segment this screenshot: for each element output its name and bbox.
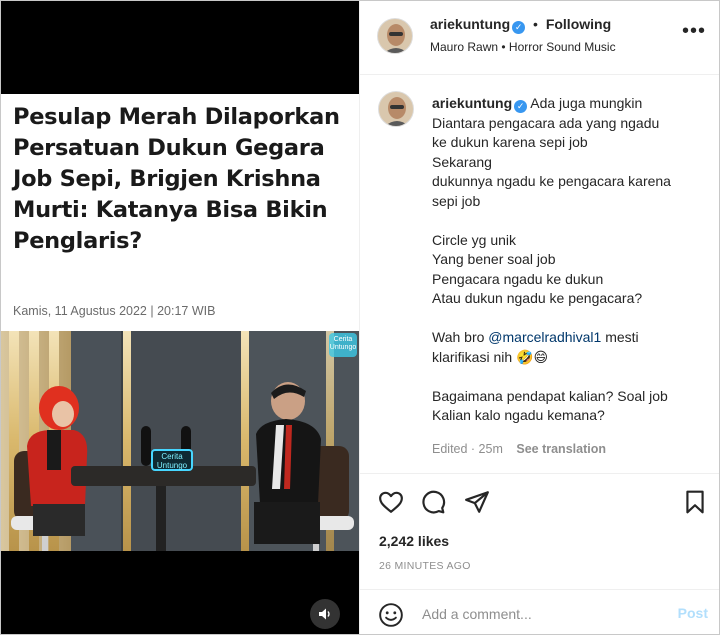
comment-icon[interactable] [420,489,446,515]
caption-text: Wah bro [432,329,489,345]
comment-input[interactable] [422,602,652,626]
comment-bar: Post [360,589,719,634]
caption-line: Circle yg unik [432,231,517,248]
caption-line: dukunnya ngadu ke pengacara karena [432,173,671,189]
caption-meta: Edited · 25m See translation [432,442,606,456]
desk-leg [156,486,166,551]
smiley-icon[interactable] [378,602,404,628]
post-header: ariekuntung ✓ • Following Mauro Rawn • Ho… [360,1,719,75]
caption-avatar[interactable] [378,91,414,127]
video-frame[interactable]: Cerita Untungo Cerita Untungo [1,331,359,551]
caption-username[interactable]: ariekuntung [432,95,512,111]
share-icon[interactable] [464,489,490,515]
see-translation-button[interactable]: See translation [516,442,606,456]
instagram-post-window: Pesulap Merah Dilaporkan Persatuan Dukun… [0,0,720,635]
speaker-icon [319,608,330,620]
username-link[interactable]: ariekuntung [430,16,510,32]
article-screenshot: Pesulap Merah Dilaporkan Persatuan Dukun… [1,94,359,331]
caption-text: mesti [601,329,639,345]
person-black-outfit [254,382,321,544]
caption-line: Kalian kalo ngadu kemana? [432,407,605,423]
separator-dot: • [533,16,538,32]
caption-gap [432,211,714,231]
edited-timestamp: Edited · 25m [432,442,503,456]
caption-line: Yang bener soal job [432,251,556,267]
caption-text: Ada juga mungkin [530,95,643,111]
post-timestamp: 26 MINUTES AGO [379,560,471,572]
article-date: Kamis, 11 Agustus 2022 | 20:17 WIB [13,304,216,318]
caption-line: Atau dukun ngadu ke pengacara? [432,290,643,306]
caption-line: ke dukun karena sepi job [432,134,588,150]
neon-sign: Cerita Untungo [151,449,193,471]
caption-gap [432,309,714,329]
caption-line: klarifikasi nih 🤣😄 [432,348,549,365]
caption-line: Pengacara ngadu ke dukun [432,270,604,287]
heart-icon[interactable] [378,489,404,515]
bookmark-icon[interactable] [682,489,708,515]
caption-line: Sekarang [432,153,492,170]
header-title-row: ariekuntung ✓ • Following [430,16,611,34]
verified-icon: ✓ [512,21,526,34]
audio-subline[interactable]: Mauro Rawn • Horror Sound Music [430,40,616,54]
avatar-image [378,19,412,53]
caption-line: sepi job [432,192,481,209]
caption-line: Wah bro @marcelradhival1 mesti [432,328,714,348]
caption-line: Diantara pengacara ada yang ngadu [432,114,660,131]
likes-count[interactable]: 2,242 likes [379,533,449,549]
mention-link[interactable]: @marcelradhival1 [488,329,601,345]
caption-line: Bagaimana pendapat kalian? Soal job [432,387,668,404]
action-bar [360,473,719,528]
avatar-image [379,92,413,126]
following-button[interactable]: Following [546,16,611,32]
microphone [141,426,151,466]
post-media[interactable]: Pesulap Merah Dilaporkan Persatuan Dukun… [1,1,359,634]
caption-line: ariekuntung ✓ Ada juga mungkin [432,94,714,114]
article-title: Pesulap Merah Dilaporkan Persatuan Dukun… [13,104,340,254]
light-strip [123,331,131,551]
post-sidebar: ariekuntung ✓ • Following Mauro Rawn • Ho… [359,1,719,634]
verified-icon: ✓ [514,100,528,113]
channel-watermark: Cerita Untungo [329,333,357,357]
avatar[interactable] [377,18,413,54]
person-red-outfit [27,386,88,536]
caption-gap [432,367,714,387]
more-options-button[interactable]: ••• [682,21,705,43]
post-caption: ariekuntung ✓ Ada juga mungkin Diantara p… [432,94,714,426]
post-comment-button[interactable]: Post [678,605,708,621]
mute-button[interactable] [310,599,340,629]
